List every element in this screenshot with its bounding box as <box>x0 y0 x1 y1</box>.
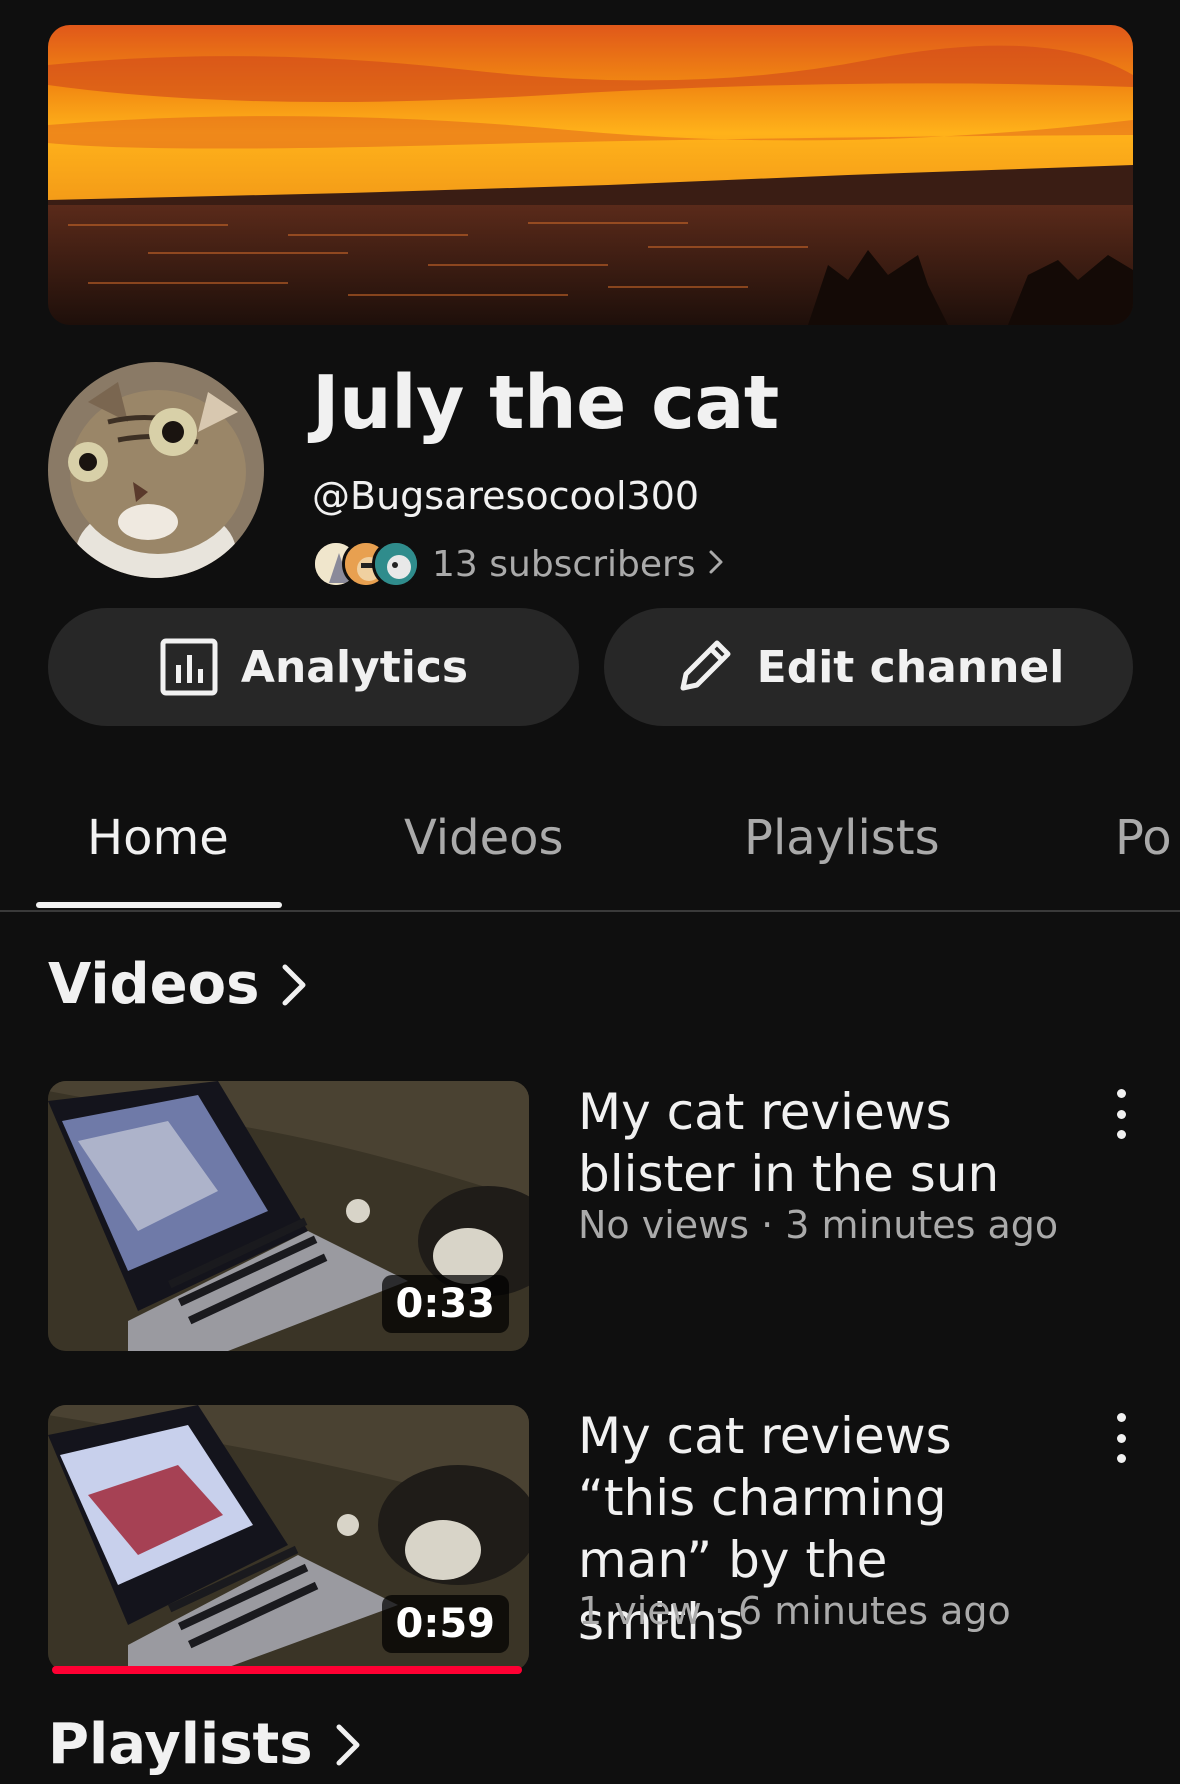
videos-section-header[interactable]: Videos <box>48 952 307 1017</box>
edit-channel-button[interactable]: Edit channel <box>604 608 1133 726</box>
watch-progress-bar <box>52 1666 522 1674</box>
video-duration: 0:59 <box>381 1595 509 1653</box>
subscribers-row[interactable]: 13 subscribers <box>312 538 724 590</box>
video-item[interactable]: 0:59 My cat reviews “this charming man” … <box>0 1405 1180 1705</box>
video-item[interactable]: 0:33 My cat reviews blister in the sun N… <box>0 1081 1180 1361</box>
bar-chart-icon <box>159 637 219 697</box>
tab-home[interactable]: Home <box>87 810 229 866</box>
video-thumbnail[interactable]: 0:59 <box>48 1405 529 1671</box>
kebab-menu-icon[interactable] <box>1106 1089 1136 1139</box>
pencil-icon <box>673 636 735 698</box>
video-title: My cat reviews blister in the sun <box>578 1083 1000 1203</box>
chevron-right-icon <box>281 963 307 1007</box>
video-meta: No views · 3 minutes ago <box>578 1203 1059 1247</box>
playlists-section-title: Playlists <box>48 1712 313 1777</box>
active-tab-indicator <box>36 902 282 908</box>
channel-avatar[interactable] <box>48 362 264 578</box>
tab-videos[interactable]: Videos <box>404 810 564 866</box>
analytics-label: Analytics <box>240 641 469 693</box>
video-meta: 1 view · 6 minutes ago <box>578 1589 1011 1633</box>
chevron-right-icon <box>335 1723 361 1767</box>
video-thumbnail[interactable]: 0:33 <box>48 1081 529 1351</box>
subscriber-count: 13 subscribers <box>432 543 696 585</box>
subscriber-avatars <box>312 538 424 590</box>
kebab-menu-icon[interactable] <box>1106 1413 1136 1463</box>
edit-channel-label: Edit channel <box>756 641 1065 693</box>
chevron-right-icon <box>708 546 724 583</box>
tab-posts[interactable]: Po <box>1115 810 1172 866</box>
analytics-button[interactable]: Analytics <box>48 608 579 726</box>
subscriber-avatar <box>372 540 420 588</box>
channel-name: July the cat <box>312 360 779 446</box>
channel-banner <box>48 25 1133 325</box>
channel-handle: @Bugsaresocool300 <box>312 474 700 518</box>
videos-section-title: Videos <box>48 952 260 1017</box>
video-duration: 0:33 <box>381 1275 509 1333</box>
playlists-section-header[interactable]: Playlists <box>48 1712 361 1777</box>
channel-tabs: Home Videos Playlists Po <box>0 780 1180 912</box>
tab-playlists[interactable]: Playlists <box>744 810 940 866</box>
